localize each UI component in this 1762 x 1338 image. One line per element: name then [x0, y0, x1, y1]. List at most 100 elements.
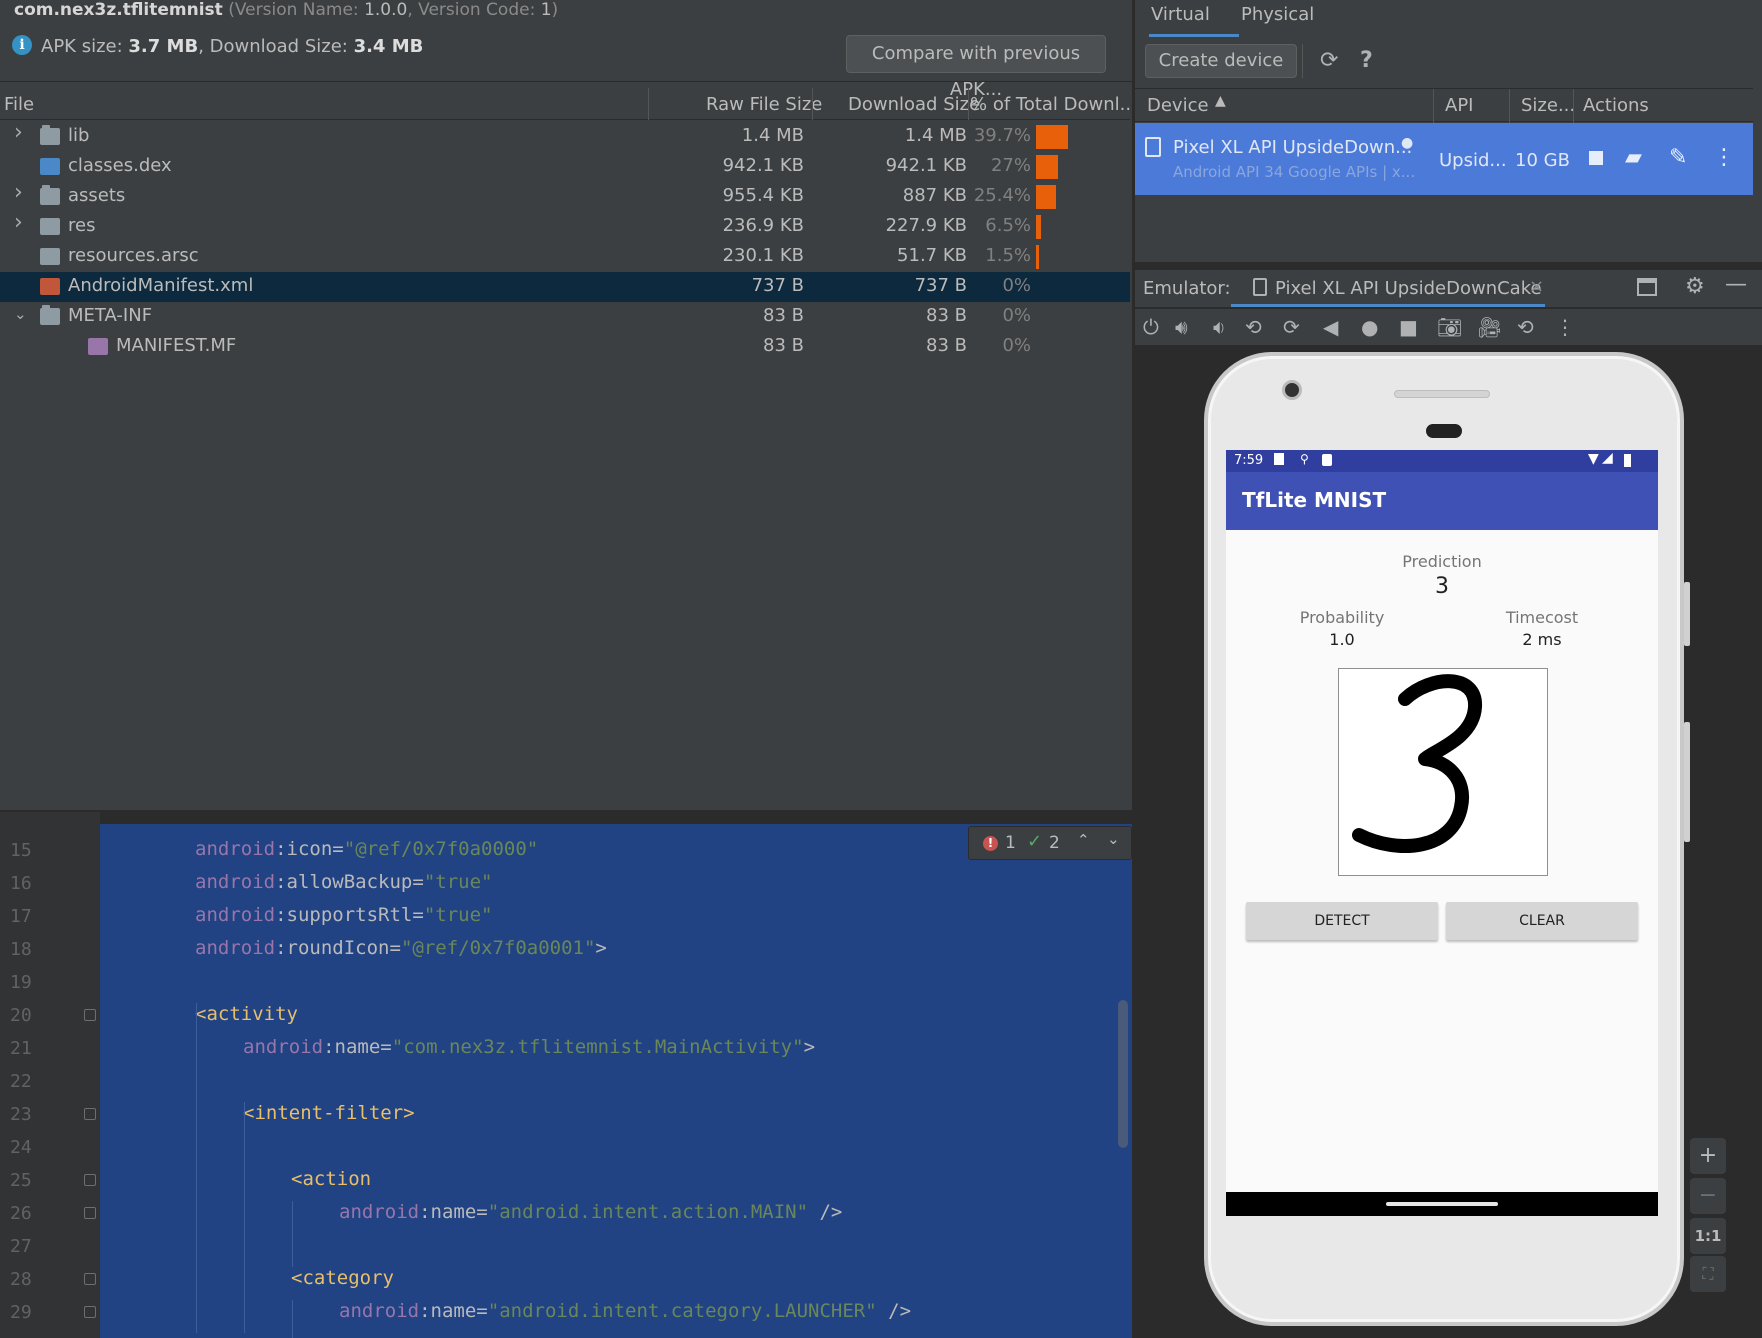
device-table-header: Device ▲ API Size... Actions: [1135, 88, 1753, 123]
zoom-actual-size-button[interactable]: 1:1: [1690, 1218, 1726, 1254]
column-device[interactable]: Device: [1147, 95, 1209, 116]
code-token: =: [412, 904, 424, 926]
code-token: android: [339, 1300, 420, 1322]
fold-marker-icon[interactable]: [84, 1009, 96, 1021]
tab-virtual[interactable]: Virtual: [1151, 4, 1210, 25]
column-raw-size[interactable]: Raw File Size: [706, 94, 822, 115]
next-highlight-icon[interactable]: ⌃: [1107, 829, 1120, 847]
column-download-size[interactable]: Download Size: [848, 94, 980, 115]
side-button[interactable]: [1684, 722, 1690, 842]
front-camera: [1282, 380, 1302, 400]
code-line: <intent-filter>: [243, 1102, 415, 1124]
volume-down-icon[interactable]: 🔉︎: [1213, 315, 1226, 339]
fold-marker-icon[interactable]: [84, 1174, 96, 1186]
device-row[interactable]: Pixel XL API UpsideDown... ● Android API…: [1135, 123, 1753, 195]
rotate-right-icon[interactable]: ⟳: [1283, 315, 1300, 339]
drawing-canvas[interactable]: [1338, 668, 1548, 876]
edit-pencil-icon[interactable]: ✎: [1669, 145, 1687, 170]
back-icon[interactable]: ◀: [1323, 315, 1338, 339]
settings-gear-icon[interactable]: ⚙: [1685, 274, 1705, 299]
column-divider[interactable]: [968, 88, 969, 120]
file-row[interactable]: › lib 1.4 MB 1.4 MB 39.7%: [0, 120, 1130, 152]
clear-button[interactable]: CLEAR: [1446, 902, 1638, 940]
code-token: =: [476, 1300, 488, 1322]
zoom-fit-icon[interactable]: ⛶: [1690, 1256, 1726, 1292]
refresh-icon[interactable]: ⟳: [1320, 48, 1338, 73]
fold-marker-icon[interactable]: [84, 1306, 96, 1318]
raw-file-size: 1.4 MB: [741, 125, 804, 146]
tab-physical[interactable]: Physical: [1241, 4, 1314, 25]
zoom-in-button[interactable]: +: [1690, 1138, 1726, 1174]
folder-icon[interactable]: ▰: [1625, 145, 1642, 170]
fold-marker-icon[interactable]: [84, 1207, 96, 1219]
window-mode-icon[interactable]: [1637, 278, 1657, 296]
file-row[interactable]: AndroidManifest.xml 737 B 737 B 0%: [0, 272, 1130, 302]
power-icon[interactable]: ⏻: [1143, 315, 1159, 339]
column-divider[interactable]: [1433, 89, 1434, 123]
rotate-left-icon[interactable]: ⟲: [1245, 315, 1262, 339]
indent-guide: [292, 1300, 293, 1338]
inspection-widget[interactable]: ! 1 ✓ 2 ⌃ ⌃: [968, 826, 1132, 860]
gesture-nav-bar[interactable]: [1226, 1192, 1658, 1216]
line-number: 19: [10, 972, 32, 993]
screen-record-icon[interactable]: 🎥︎: [1477, 315, 1502, 339]
code-token: <action: [291, 1168, 372, 1190]
volume-up-icon[interactable]: 🔊︎: [1175, 315, 1188, 339]
help-icon[interactable]: ?: [1360, 48, 1373, 73]
chevron-right-icon[interactable]: ›: [14, 120, 30, 145]
home-icon[interactable]: ●: [1361, 315, 1378, 339]
file-row[interactable]: › assets 955.4 KB 887 KB 25.4%: [0, 180, 1130, 212]
camera-icon[interactable]: 📷︎: [1437, 315, 1462, 339]
status-time: 7:59: [1234, 453, 1264, 468]
fold-marker-icon[interactable]: [84, 1273, 96, 1285]
column-api[interactable]: API: [1445, 95, 1473, 116]
sort-ascending-icon: ▲: [1215, 93, 1226, 109]
handwritten-digit-stroke: [1352, 674, 1482, 853]
apk-size-value: 3.7 MB: [128, 36, 199, 57]
code-token: :: [275, 838, 287, 860]
download-size: 1.4 MB: [904, 125, 967, 146]
snapshot-icon[interactable]: ⟲: [1517, 315, 1534, 339]
column-divider[interactable]: [1509, 89, 1510, 123]
toolbar-separator: [1302, 44, 1303, 78]
column-size[interactable]: Size...: [1521, 95, 1575, 116]
editor-scrollbar[interactable]: [1118, 1000, 1128, 1148]
file-row[interactable]: resources.arsc 230.1 KB 51.7 KB 1.5%: [0, 242, 1130, 272]
active-tab-indicator: [1149, 34, 1239, 37]
more-actions-icon[interactable]: ⋮: [1713, 145, 1735, 170]
emulator-device-tab[interactable]: Pixel XL API UpsideDownCake: [1275, 278, 1542, 299]
file-row[interactable]: › res 236.9 KB 227.9 KB 6.5%: [0, 210, 1130, 242]
overview-icon[interactable]: ■: [1399, 315, 1418, 339]
previous-highlight-icon[interactable]: ⌃: [1077, 831, 1090, 849]
compare-apk-button[interactable]: Compare with previous APK...: [846, 35, 1106, 100]
code-token: =: [476, 1201, 488, 1223]
column-actions[interactable]: Actions: [1583, 95, 1649, 116]
file-row[interactable]: classes.dex 942.1 KB 942.1 KB 27%: [0, 152, 1130, 182]
fold-marker-icon[interactable]: [84, 1108, 96, 1120]
zoom-out-button[interactable]: −: [1690, 1178, 1726, 1214]
volume-button[interactable]: [1684, 582, 1690, 646]
create-device-button[interactable]: Create device: [1145, 44, 1297, 78]
column-file[interactable]: File: [4, 94, 34, 115]
minimize-icon[interactable]: —: [1725, 272, 1747, 297]
file-row[interactable]: ⌄ META-INF 83 B 83 B 0%: [0, 302, 1130, 332]
chevron-down-icon[interactable]: ⌄: [14, 305, 30, 323]
chevron-right-icon[interactable]: ›: [14, 180, 30, 205]
column-divider[interactable]: [1573, 89, 1574, 123]
phone-device-icon: [1145, 137, 1161, 157]
folder-icon: [40, 305, 60, 325]
close-tab-icon[interactable]: ×: [1529, 276, 1544, 297]
extended-controls-icon[interactable]: ⋮: [1555, 315, 1575, 339]
file-name: assets: [68, 185, 126, 206]
device-screen[interactable]: 7:59 ⚲ ▼ ◢ TfLite MNIST Prediction 3 Pro…: [1226, 450, 1658, 1216]
file-row[interactable]: MANIFEST.MF 83 B 83 B 0%: [0, 332, 1130, 362]
proximity-sensor: [1426, 424, 1462, 438]
detect-button[interactable]: DETECT: [1246, 902, 1438, 940]
column-percent[interactable]: % of Total Downl...: [970, 94, 1137, 115]
code-editor[interactable]: 15 android:icon="@ref/0x7f0a0000" 16 androi…: [0, 812, 1132, 1338]
column-divider[interactable]: [648, 88, 649, 120]
stop-icon[interactable]: [1589, 151, 1603, 165]
chevron-right-icon[interactable]: ›: [14, 210, 30, 235]
column-divider[interactable]: [812, 88, 813, 120]
probability-value: 1.0: [1329, 630, 1355, 649]
